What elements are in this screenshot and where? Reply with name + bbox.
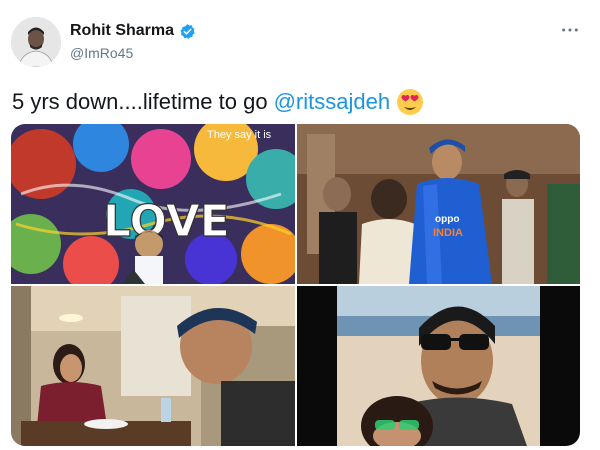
tweet-card: Rohit Sharma @ImRo45 5 yrs down....lifet…	[0, 0, 600, 450]
media-grid[interactable]: LOVE They say it is oppo INDIA	[11, 124, 580, 446]
tweet-text: 5 yrs down....lifetime to go @ritssajdeh	[12, 88, 424, 116]
graffiti-love-text: LOVE	[103, 196, 230, 247]
graffiti-top-text: They say it is	[207, 129, 272, 141]
svg-text:oppo: oppo	[435, 214, 459, 225]
author-name-row[interactable]: Rohit Sharma	[70, 22, 196, 40]
jersey-india-text: INDIA	[433, 227, 463, 239]
more-options-icon[interactable]	[560, 20, 580, 40]
avatar[interactable]	[11, 17, 61, 67]
author-display-name[interactable]: Rohit Sharma	[70, 22, 174, 40]
photo-beach-selfie[interactable]	[297, 286, 580, 446]
heart-eyes-emoji-icon	[396, 88, 424, 116]
photo-restaurant[interactable]	[11, 286, 295, 446]
photo-love-graffiti[interactable]: LOVE They say it is	[11, 124, 295, 284]
verified-badge-icon	[179, 23, 196, 40]
tweet-body-text: 5 yrs down....lifetime to go	[12, 89, 268, 114]
author-handle[interactable]: @ImRo45	[70, 45, 133, 61]
photo-cricket-jersey[interactable]: oppo INDIA	[297, 124, 580, 284]
mention-link[interactable]: @ritssajdeh	[274, 89, 391, 115]
